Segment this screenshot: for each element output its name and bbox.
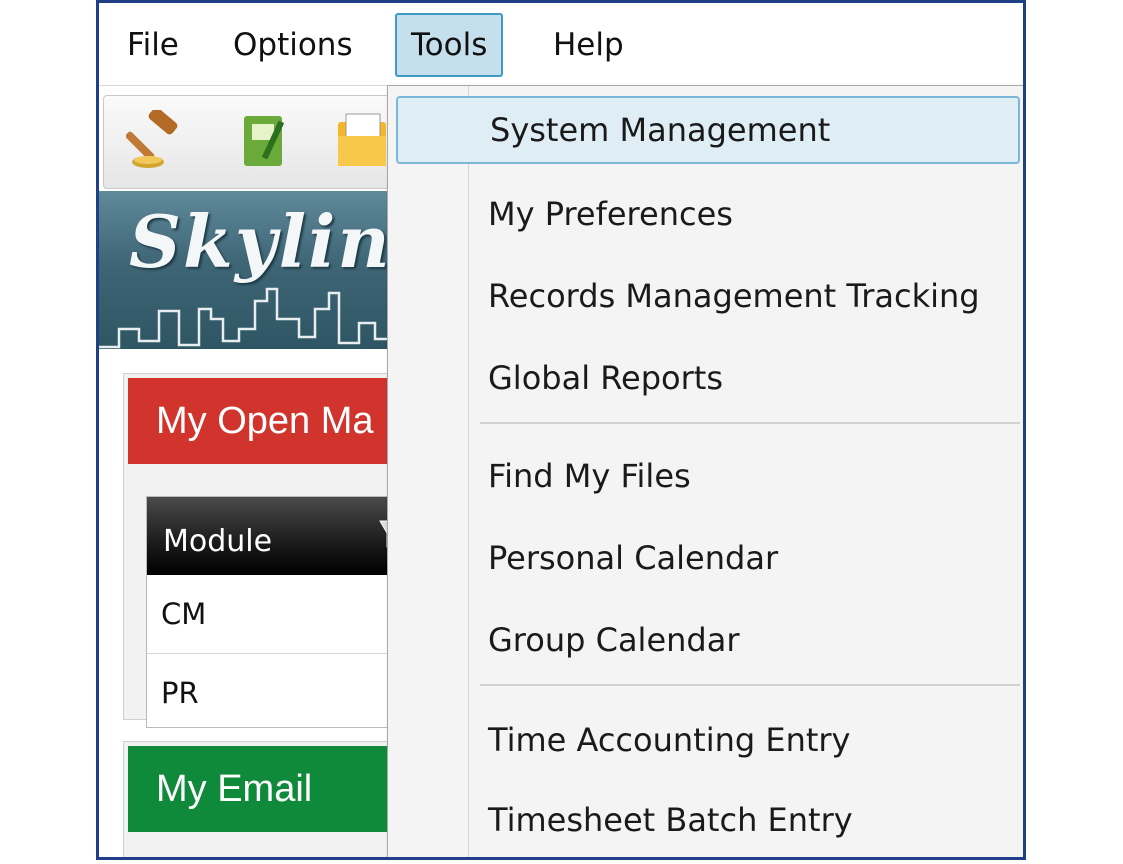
- skyline-banner: Skylin: [99, 191, 399, 349]
- menu-help[interactable]: Help: [539, 13, 638, 77]
- notebook-icon[interactable]: [234, 110, 294, 172]
- open-matters-grid: Module CM PR: [146, 496, 418, 728]
- app-window: File Options Tools Help Skylin My Open M…: [96, 0, 1026, 860]
- open-matters-header[interactable]: My Open Ma: [128, 378, 404, 464]
- grid-column-header[interactable]: Module: [147, 497, 417, 575]
- menu-item-time-accounting-entry[interactable]: Time Accounting Entry: [396, 706, 1020, 774]
- menu-item-my-preferences[interactable]: My Preferences: [396, 180, 1020, 248]
- email-header[interactable]: My Email: [128, 746, 404, 832]
- open-matters-panel: My Open Ma Module CM PR: [123, 373, 418, 728]
- menu-file[interactable]: File: [113, 13, 193, 77]
- menu-options[interactable]: Options: [219, 13, 367, 77]
- toolbar: [103, 95, 395, 189]
- tools-dropdown-menu: System Management My Preferences Records…: [387, 85, 1023, 857]
- cell-module: PR: [161, 676, 199, 710]
- folder-icon[interactable]: [332, 110, 392, 172]
- menu-item-personal-calendar[interactable]: Personal Calendar: [396, 524, 1020, 592]
- menu-item-group-calendar[interactable]: Group Calendar: [396, 606, 1020, 674]
- skyline-outline-graphic: [99, 287, 399, 349]
- column-header-module: Module: [163, 524, 273, 559]
- table-row[interactable]: CM: [147, 575, 417, 654]
- email-panel: My Email: [123, 741, 405, 857]
- menu-item-timesheet-batch-entry[interactable]: Timesheet Batch Entry: [396, 786, 1020, 854]
- gavel-icon[interactable]: [126, 110, 186, 172]
- menu-item-global-reports[interactable]: Global Reports: [396, 344, 1020, 412]
- cell-module: CM: [161, 597, 207, 631]
- menu-item-system-management[interactable]: System Management: [396, 96, 1020, 164]
- menu-bar: File Options Tools Help: [99, 3, 1023, 86]
- menu-item-find-my-files[interactable]: Find My Files: [396, 442, 1020, 510]
- menu-separator: [480, 684, 1020, 686]
- menu-tools[interactable]: Tools: [395, 13, 504, 77]
- table-row[interactable]: PR: [147, 654, 417, 727]
- menu-separator: [480, 422, 1020, 424]
- menu-item-records-management-tracking[interactable]: Records Management Tracking: [396, 262, 1020, 330]
